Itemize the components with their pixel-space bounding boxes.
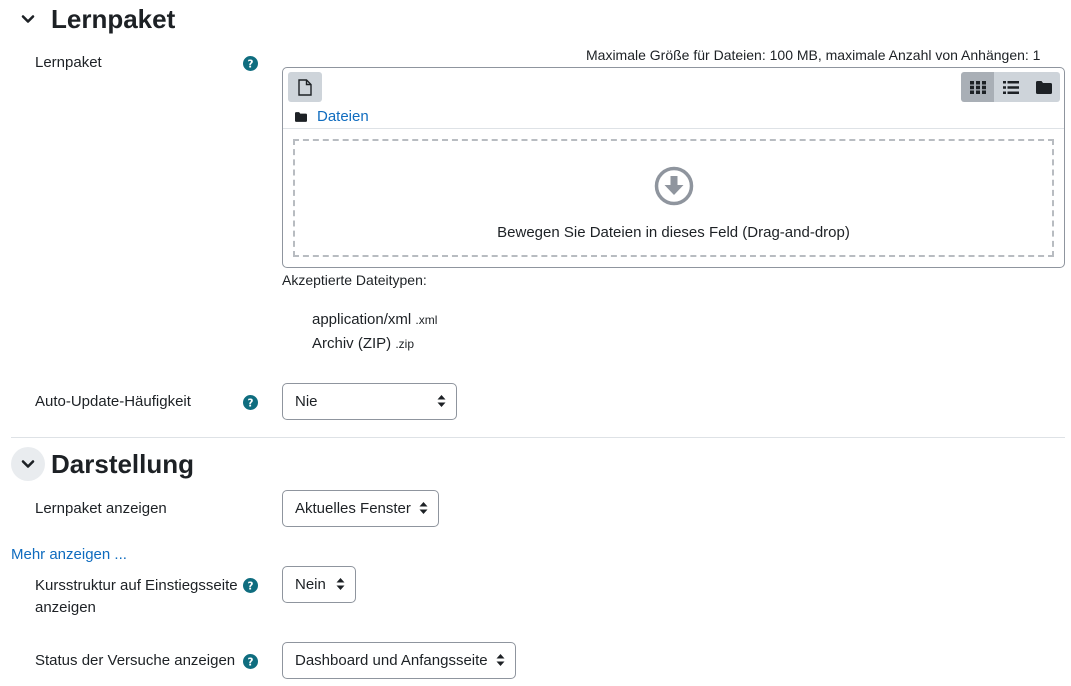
svg-text:?: ? (248, 397, 254, 409)
drop-zone-text: Bewegen Sie Dateien in dieses Feld (Drag… (497, 224, 850, 241)
view-icons-button[interactable] (961, 72, 994, 102)
attempt-status-select[interactable]: Dashboard und Anfangsseite (282, 642, 516, 679)
file-type-name: application/xml (312, 311, 412, 328)
view-tree-button[interactable] (1027, 72, 1060, 102)
view-list-button[interactable] (994, 72, 1027, 102)
select-value: Aktuelles Fenster (295, 500, 411, 517)
chevron-down-icon (21, 15, 35, 23)
folder-icon (295, 111, 307, 122)
sort-caret-icon (336, 578, 345, 590)
list-item: application/xml .xml (312, 308, 437, 332)
help-icon[interactable]: ? (243, 578, 258, 593)
section-title-lernpaket: Lernpaket (51, 3, 176, 34)
view-switcher (961, 72, 1060, 102)
field-label-auto-update: Auto-Update-Häufigkeit (35, 393, 191, 410)
list-icon (1002, 80, 1019, 94)
section-header-lernpaket: Lernpaket (11, 2, 175, 36)
collapse-lernpaket-button[interactable] (11, 2, 45, 36)
breadcrumb: Dateien (295, 108, 369, 125)
section-header-darstellung: Darstellung (11, 447, 194, 481)
select-value: Dashboard und Anfangsseite (295, 652, 488, 669)
display-select[interactable]: Aktuelles Fenster (282, 490, 439, 527)
select-value: Nie (295, 393, 318, 410)
grid-icon (969, 80, 986, 94)
svg-text:?: ? (248, 580, 254, 592)
file-manager: Dateien Bewegen Sie Dateien in dieses Fe… (282, 67, 1065, 268)
file-type-name: Archiv (ZIP) (312, 335, 392, 352)
collapse-darstellung-button[interactable] (11, 447, 45, 481)
section-divider (11, 437, 1065, 438)
label-line: anzeigen (35, 599, 96, 616)
sort-caret-icon (419, 502, 428, 514)
file-type-extension: .xml (415, 313, 438, 327)
file-icon (298, 78, 312, 96)
auto-update-select[interactable]: Nie (282, 383, 457, 420)
field-label-course-structure: Kursstruktur auf Einstiegsseite anzeigen (35, 575, 238, 619)
accepted-types-label: Akzeptierte Dateitypen: (282, 272, 427, 288)
label-line: Kursstruktur auf Einstiegsseite (35, 577, 238, 594)
add-file-button[interactable] (288, 72, 322, 102)
section-title-darstellung: Darstellung (51, 448, 195, 479)
max-size-info: Maximale Größe für Dateien: 100 MB, maxi… (586, 47, 1041, 63)
sort-caret-icon (437, 395, 446, 407)
course-structure-select[interactable]: Nein (282, 566, 356, 603)
breadcrumb-dateien-link[interactable]: Dateien (317, 108, 369, 125)
field-label-lernpaket: Lernpaket (35, 54, 102, 71)
help-icon[interactable]: ? (243, 395, 258, 410)
svg-text:?: ? (248, 58, 254, 70)
field-label-attempt-status: Status der Versuche anzeigen (35, 652, 236, 669)
help-icon[interactable]: ? (243, 56, 258, 71)
folder-icon (1035, 80, 1052, 94)
accepted-types-list: application/xml .xml Archiv (ZIP) .zip (312, 308, 437, 356)
show-more-link[interactable]: Mehr anzeigen ... (11, 546, 127, 563)
arrow-circle-down-icon (654, 166, 693, 206)
drop-zone[interactable]: Bewegen Sie Dateien in dieses Feld (Drag… (293, 139, 1054, 257)
file-type-extension: .zip (395, 337, 415, 351)
select-value: Nein (295, 576, 326, 593)
help-icon[interactable]: ? (243, 654, 258, 669)
file-manager-toolbar: Dateien (283, 68, 1064, 129)
sort-caret-icon (496, 654, 505, 666)
svg-text:?: ? (248, 656, 254, 668)
chevron-down-icon (21, 460, 35, 468)
list-item: Archiv (ZIP) .zip (312, 332, 437, 356)
field-label-display: Lernpaket anzeigen (35, 500, 167, 517)
